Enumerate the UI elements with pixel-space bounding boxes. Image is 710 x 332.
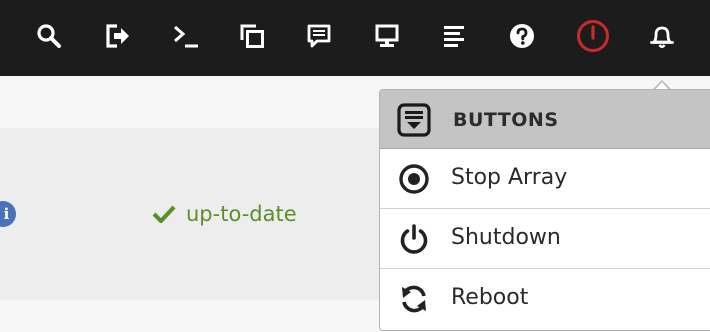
log-icon[interactable]	[436, 18, 472, 54]
menu-item-shutdown[interactable]: Shutdown	[380, 209, 710, 269]
menu-header: BUTTONS	[380, 90, 710, 149]
shutdown-icon	[398, 223, 430, 255]
check-icon	[152, 203, 176, 225]
search-icon[interactable]	[31, 18, 67, 54]
menu-item-label: Shutdown	[451, 225, 561, 250]
reboot-icon	[398, 283, 430, 315]
buttons-dropdown-menu: BUTTONS Stop Array Shutdown Reboot	[379, 89, 710, 331]
buttons-panel-icon	[397, 103, 431, 141]
menu-item-reboot[interactable]: Reboot	[380, 269, 710, 329]
menu-item-label: Stop Array	[451, 165, 568, 190]
stop-array-icon	[398, 163, 430, 195]
menu-header-label: BUTTONS	[453, 109, 559, 131]
menu-item-label: Reboot	[451, 285, 529, 310]
power-icon[interactable]	[575, 18, 611, 54]
bell-icon[interactable]	[644, 18, 680, 54]
menu-item-stop-array[interactable]: Stop Array	[380, 149, 710, 209]
top-toolbar	[0, 0, 710, 76]
status-text: up-to-date	[186, 202, 297, 226]
help-icon[interactable]	[504, 18, 540, 54]
feedback-icon[interactable]	[301, 18, 337, 54]
status-indicator: up-to-date	[152, 200, 297, 228]
new-window-icon[interactable]	[234, 18, 270, 54]
terminal-icon[interactable]	[167, 18, 203, 54]
logout-icon[interactable]	[99, 18, 135, 54]
monitor-icon[interactable]	[369, 18, 405, 54]
